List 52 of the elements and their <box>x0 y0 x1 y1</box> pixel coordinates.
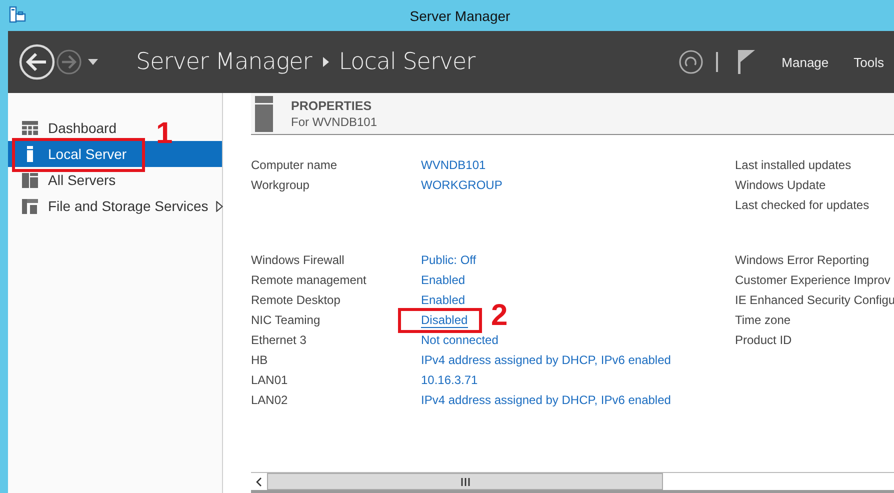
property-label: LAN01 <box>251 373 289 387</box>
menu-item[interactable]: Tools <box>854 54 884 70</box>
servers-icon <box>22 172 38 188</box>
breadcrumb-item: Server Manager <box>136 49 312 75</box>
property-label: IE Enhanced Security Configu <box>735 293 894 307</box>
chevron-left-icon <box>256 476 262 486</box>
section-subtitle: For WVNDB101 <box>291 114 378 128</box>
expand-arrow-icon[interactable] <box>216 200 224 212</box>
property-label: Remote Desktop <box>251 293 342 307</box>
property-label: LAN02 <box>251 393 289 407</box>
app-icon <box>9 6 26 23</box>
property-link[interactable]: Enabled <box>421 292 466 308</box>
property-link[interactable]: IPv4 address assigned by DHCP, IPv6 enabled <box>421 352 671 368</box>
server-icon <box>255 96 273 132</box>
property-link[interactable]: Enabled <box>421 272 466 288</box>
property-label: Last checked for updates <box>735 198 870 212</box>
sidebar-item[interactable]: All Servers <box>8 167 120 193</box>
callout-number: 2 <box>491 300 508 330</box>
flag-icon[interactable] <box>738 50 756 74</box>
property-label: Workgroup <box>251 178 310 192</box>
property-label: Product ID <box>735 333 792 347</box>
property-label: Windows Update <box>735 178 826 192</box>
property-link[interactable]: Public: Off <box>421 252 476 268</box>
back-button[interactable] <box>19 44 55 80</box>
property-link[interactable]: 10.16.3.71 <box>421 372 478 388</box>
dropdown-caret-icon[interactable] <box>88 59 98 65</box>
property-link[interactable]: IPv4 address assigned by DHCP, IPv6 enabled <box>421 392 671 408</box>
property-label: Computer name <box>251 158 338 172</box>
property-link[interactable]: Not connected <box>421 332 498 348</box>
property-label: Customer Experience Improv <box>735 273 890 287</box>
sidebar-item[interactable]: Dashboard <box>8 115 120 141</box>
property-label: Last installed updates <box>735 158 852 172</box>
property-label: Windows Error Reporting <box>735 253 870 267</box>
property-label: Ethernet 3 <box>251 333 308 347</box>
property-label: NIC Teaming <box>251 313 322 327</box>
property-label: HB <box>251 353 269 367</box>
grid-icon <box>22 121 38 135</box>
storage-icon <box>22 198 38 214</box>
breadcrumb-separator-icon <box>322 57 329 67</box>
breadcrumb-item: Local Server <box>338 49 476 75</box>
property-link[interactable]: Disabled <box>421 312 468 328</box>
refresh-icon[interactable] <box>678 49 704 75</box>
property-label: Time zone <box>735 313 791 327</box>
property-link[interactable]: WVNDB101 <box>421 158 486 172</box>
property-link[interactable]: WORKGROUP <box>421 178 502 192</box>
section-title: PROPERTIES <box>291 98 373 112</box>
property-label: Windows Firewall <box>251 253 346 267</box>
menu-item[interactable]: Manage <box>782 54 829 70</box>
scrollbar-thumb[interactable] <box>267 473 663 490</box>
window-title: Server Manager <box>408 8 510 24</box>
property-label: Remote management <box>251 273 368 287</box>
sidebar-item[interactable]: File and Storage Services <box>8 193 228 219</box>
